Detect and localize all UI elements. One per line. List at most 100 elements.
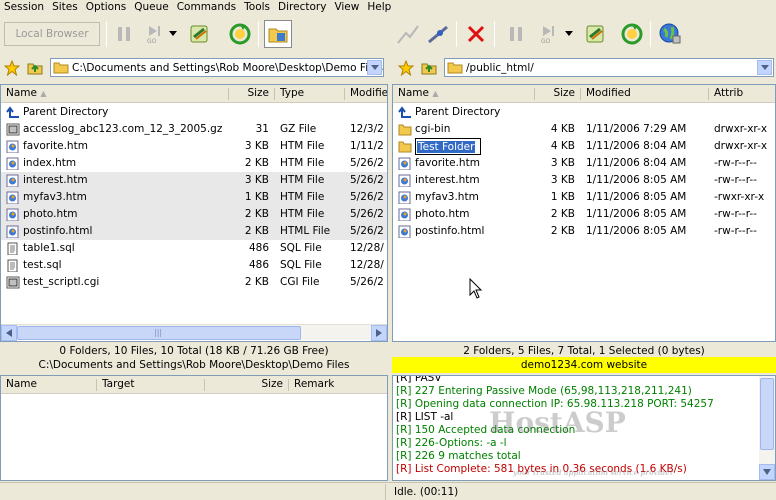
file-size xyxy=(229,104,269,121)
file-modified: 1/11/2006 8:05 AM xyxy=(586,208,687,220)
remote-file-list[interactable]: Name ▲ Size Modified Attrib Parent Direc… xyxy=(392,84,776,342)
log-vertical-scrollbar[interactable] xyxy=(759,376,775,480)
scroll-left-button[interactable] xyxy=(1,325,17,341)
table-row[interactable]: Parent Directory xyxy=(393,104,775,121)
toolbar-separator xyxy=(494,21,495,47)
rename-input[interactable]: Test Folder xyxy=(415,138,481,155)
queue-list[interactable]: Name Target Size Remark xyxy=(0,375,388,481)
remote-col-name[interactable]: Name ▲ xyxy=(393,85,535,103)
menu-help[interactable]: Help xyxy=(363,0,395,15)
table-row[interactable]: index.htm 2 KB HTM File 5/26/2 xyxy=(1,155,387,172)
local-browser-button[interactable]: Local Browser xyxy=(4,22,100,46)
file-name: accesslog_abc123.com_12_3_2005.gz xyxy=(23,123,223,135)
pause-button[interactable] xyxy=(502,20,530,48)
html-file-icon xyxy=(6,157,20,171)
menu-session[interactable]: Session xyxy=(0,0,48,15)
queue-col-remark[interactable]: Remark xyxy=(289,376,387,394)
file-modified: 5/26/2 xyxy=(350,174,384,186)
refresh-local-button[interactable] xyxy=(226,20,254,48)
log-pane[interactable]: [R] PASV [R] 227 Entering Passive Mode (6… xyxy=(392,375,776,481)
table-row[interactable]: interest.htm 3 KB 1/11/2006 8:05 AM -rw-r--… xyxy=(393,172,775,189)
local-col-name[interactable]: Name ▲ xyxy=(1,85,229,103)
table-row[interactable]: photo.htm 2 KB HTM File 5/26/2 xyxy=(1,206,387,223)
table-row[interactable]: table1.sql 486 SQL File 12/28/ xyxy=(1,240,387,257)
up-folder-icon[interactable] xyxy=(27,60,43,76)
file-size: 2 KB xyxy=(244,225,269,237)
refresh-remote-button[interactable] xyxy=(618,20,646,48)
archive-file-icon xyxy=(6,123,20,136)
remote-path-dropdown[interactable] xyxy=(757,60,772,75)
skip-dropdown[interactable] xyxy=(562,20,576,48)
scroll-down-button[interactable] xyxy=(759,464,775,480)
file-modified: 1/11/2006 8:05 AM xyxy=(586,225,687,237)
remote-path-field[interactable]: /public_html/ xyxy=(444,58,774,77)
table-row[interactable]: photo.htm 2 KB 1/11/2006 8:05 AM -rw-r--r-- xyxy=(393,206,775,223)
table-row[interactable]: Test Folder 4 KB 1/11/2006 8:04 AM drwxr-xr… xyxy=(393,138,775,155)
pause-button[interactable] xyxy=(110,20,138,48)
table-row[interactable]: test.sql 486 SQL File 12/28/ xyxy=(1,257,387,274)
remote-col-modified[interactable]: Modified xyxy=(581,85,709,103)
sort-ascending-icon: ▲ xyxy=(40,89,47,98)
transfer-button[interactable] xyxy=(582,20,610,48)
file-name: Parent Directory xyxy=(23,106,109,118)
menu-sites[interactable]: Sites xyxy=(48,0,82,15)
queue-col-target[interactable]: Target xyxy=(97,376,205,394)
connect-button[interactable] xyxy=(394,20,422,48)
table-row[interactable]: postinfo.html 2 KB 1/11/2006 8:05 AM -rw-r-… xyxy=(393,223,775,240)
quick-connect-button[interactable] xyxy=(424,20,452,48)
skip-button[interactable]: GO xyxy=(140,20,168,48)
status-bar: Idle. (00:11) xyxy=(0,482,776,500)
table-row[interactable]: myfav3.htm 1 KB 1/11/2006 8:05 AM -rwxr-xr-… xyxy=(393,189,775,206)
local-col-type[interactable]: Type xyxy=(275,85,345,103)
remote-col-size[interactable]: Size xyxy=(535,85,581,103)
table-row[interactable]: favorite.htm 3 KB HTM File 1/11/2 xyxy=(1,138,387,155)
menu-commands[interactable]: Commands xyxy=(173,0,240,15)
column-label: Name xyxy=(6,87,37,99)
file-size: 486 xyxy=(248,242,269,254)
file-type: HTM File xyxy=(280,140,325,152)
local-col-size[interactable]: Size xyxy=(229,85,275,103)
menu-tools[interactable]: Tools xyxy=(240,0,274,15)
local-path-dropdown[interactable] xyxy=(367,60,382,75)
local-horizontal-scrollbar[interactable]: ||| xyxy=(1,324,387,341)
skip-button[interactable]: GO xyxy=(534,20,562,48)
table-row[interactable]: favorite.htm 3 KB 1/11/2006 8:04 AM -rw-r--… xyxy=(393,155,775,172)
menu-options[interactable]: Options xyxy=(82,0,131,15)
folder-icon xyxy=(398,140,412,153)
menu-queue[interactable]: Queue xyxy=(130,0,173,15)
scroll-thumb[interactable] xyxy=(760,378,774,450)
table-row[interactable]: accesslog_abc123.com_12_3_2005.gz 31 GZ Fi… xyxy=(1,121,387,138)
disconnect-button[interactable] xyxy=(462,20,490,48)
up-folder-icon[interactable] xyxy=(421,60,437,76)
log-line: [R] PASV xyxy=(396,375,442,384)
table-row[interactable]: Parent Directory xyxy=(1,104,387,121)
favorite-star-icon[interactable] xyxy=(4,60,20,76)
table-row[interactable]: postinfo.html 2 KB HTML File 5/26/2 xyxy=(1,223,387,240)
remote-col-attrib[interactable]: Attrib xyxy=(709,85,775,103)
scroll-thumb[interactable]: ||| xyxy=(17,326,301,340)
local-folder-button[interactable] xyxy=(264,20,292,48)
table-row[interactable]: cgi-bin 4 KB 1/11/2006 7:29 AM drwxr-xr-x xyxy=(393,121,775,138)
table-row[interactable]: test_scriptl.cgi 2 KB CGI File 5/26/2 xyxy=(1,274,387,291)
file-type: SQL File xyxy=(280,259,322,271)
file-size: 2 KB xyxy=(550,225,575,237)
chevron-down-icon xyxy=(760,64,769,70)
table-row[interactable]: myfav3.htm 1 KB HTM File 5/26/2 xyxy=(1,189,387,206)
favorite-star-icon[interactable] xyxy=(398,60,414,76)
scroll-right-button[interactable] xyxy=(371,325,387,341)
queue-col-name[interactable]: Name xyxy=(1,376,97,394)
local-path-field[interactable]: C:\Documents and Settings\Rob Moore\Desk… xyxy=(50,58,384,77)
menu-view[interactable]: View xyxy=(330,0,363,15)
local-file-list[interactable]: Name ▲ Size Type Modifie Parent Director… xyxy=(0,84,388,342)
skip-dropdown[interactable] xyxy=(166,20,180,48)
menu-directory[interactable]: Directory xyxy=(274,0,330,15)
table-row[interactable]: interest.htm 3 KB HTM File 5/26/2 xyxy=(1,172,387,189)
rename-input-selection: Test Folder xyxy=(417,141,476,153)
file-name: myfav3.htm xyxy=(23,191,87,203)
queue-col-size[interactable]: Size xyxy=(205,376,289,394)
local-col-modified[interactable]: Modifie xyxy=(345,85,387,103)
globe-button[interactable] xyxy=(656,20,684,48)
file-modified: 1/11/2006 8:05 AM xyxy=(586,174,687,186)
file-name: interest.htm xyxy=(23,174,88,186)
transfer-button[interactable] xyxy=(186,20,214,48)
